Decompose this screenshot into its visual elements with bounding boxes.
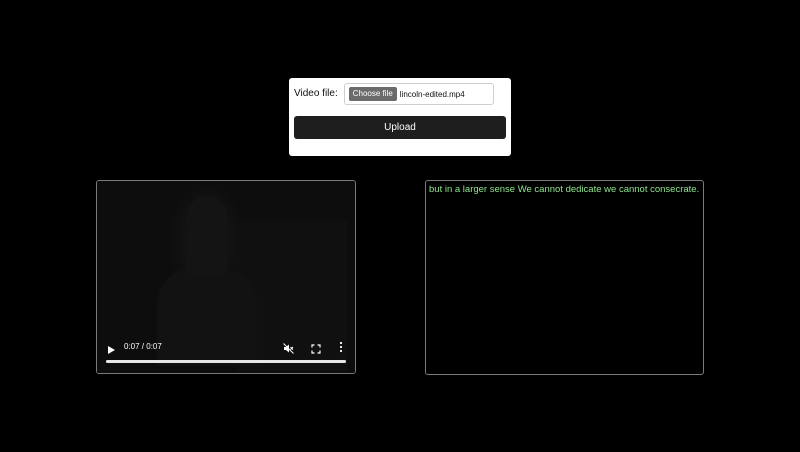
- video-frame-head: [187, 196, 227, 276]
- progress-bar[interactable]: [106, 360, 346, 363]
- time-display: 0:07 / 0:07: [124, 342, 162, 351]
- progress-fill: [106, 360, 346, 363]
- choose-file-button[interactable]: Choose file: [348, 87, 397, 101]
- fullscreen-icon[interactable]: [311, 341, 321, 354]
- muted-speaker-icon[interactable]: [283, 341, 294, 354]
- file-row: Video file: Choose file lincoln-edited.m…: [294, 83, 494, 105]
- transcript-text: but in a larger sense We cannot dedicate…: [429, 184, 700, 195]
- upload-button[interactable]: Upload: [294, 116, 506, 139]
- upload-form: Video file: Choose file lincoln-edited.m…: [289, 78, 511, 156]
- more-vertical-icon[interactable]: [338, 340, 344, 353]
- video-controls: 0:07 / 0:07: [97, 333, 355, 373]
- video-file-label: Video file:: [294, 88, 338, 99]
- play-icon[interactable]: [106, 342, 116, 354]
- selected-file-name: lincoln-edited.mp4: [399, 89, 465, 99]
- video-player[interactable]: 0:07 / 0:07: [96, 180, 356, 374]
- transcript-panel: but in a larger sense We cannot dedicate…: [425, 180, 704, 375]
- video-file-input[interactable]: Choose file lincoln-edited.mp4: [343, 83, 494, 105]
- page: Video file: Choose file lincoln-edited.m…: [0, 0, 800, 452]
